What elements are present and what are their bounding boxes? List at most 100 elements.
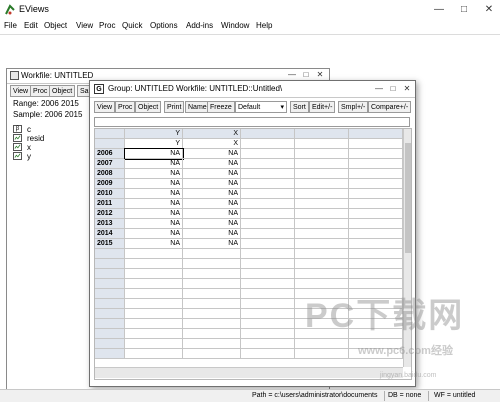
group-view-button[interactable]: View xyxy=(94,101,116,113)
group-minimize-icon[interactable]: — xyxy=(374,84,384,93)
grid-cell[interactable] xyxy=(349,179,403,189)
grid-cell[interactable] xyxy=(295,269,349,279)
grid-cell[interactable]: NA xyxy=(125,189,183,199)
grid-cell[interactable] xyxy=(241,339,295,349)
edit-input[interactable] xyxy=(94,117,410,127)
group-name-button[interactable]: Name xyxy=(185,101,210,113)
grid-cell[interactable]: NA xyxy=(183,179,241,189)
workfile-object-button[interactable]: Object xyxy=(49,85,76,97)
group-print-button[interactable]: Print xyxy=(164,101,185,113)
grid-cell[interactable] xyxy=(241,229,295,239)
maximize-icon[interactable]: □ xyxy=(455,2,473,18)
group-view-select[interactable]: Default ▾ xyxy=(235,101,287,113)
grid-cell[interactable] xyxy=(295,209,349,219)
grid-cell[interactable]: NA xyxy=(183,229,241,239)
minimize-icon[interactable]: — xyxy=(430,2,448,18)
grid-cell[interactable] xyxy=(295,339,349,349)
grid-cell[interactable] xyxy=(349,239,403,249)
row-header[interactable] xyxy=(95,339,125,349)
grid-cell[interactable] xyxy=(125,319,183,329)
row-header[interactable] xyxy=(95,309,125,319)
grid-cell[interactable] xyxy=(241,179,295,189)
row-header[interactable]: 2014 xyxy=(95,229,125,239)
grid-cell[interactable]: NA xyxy=(183,189,241,199)
grid-cell[interactable] xyxy=(295,259,349,269)
grid-cell[interactable] xyxy=(349,199,403,209)
grid-cell[interactable] xyxy=(183,309,241,319)
grid-cell[interactable] xyxy=(295,189,349,199)
grid-cell[interactable]: NA xyxy=(183,209,241,219)
grid-cell[interactable] xyxy=(241,199,295,209)
column-header-empty[interactable] xyxy=(295,129,349,139)
group-titlebar[interactable]: G Group: UNTITLED Workfile: UNTITLED::Un… xyxy=(90,81,415,98)
grid-cell[interactable] xyxy=(241,239,295,249)
grid-cell[interactable] xyxy=(241,159,295,169)
grid-cell[interactable]: NA xyxy=(183,199,241,209)
grid-cell[interactable] xyxy=(349,249,403,259)
column-header-x[interactable]: X xyxy=(183,129,241,139)
grid-cell[interactable] xyxy=(295,139,349,149)
column-header-empty[interactable] xyxy=(241,129,295,139)
grid-cell[interactable] xyxy=(295,199,349,209)
group-close-icon[interactable]: ✕ xyxy=(402,84,412,93)
sample-value[interactable]: 2006 2015 xyxy=(45,110,83,119)
grid-cell[interactable] xyxy=(295,239,349,249)
row-header[interactable] xyxy=(95,299,125,309)
grid-cell[interactable] xyxy=(183,259,241,269)
grid-cell[interactable]: NA xyxy=(124,148,184,160)
grid-cell[interactable] xyxy=(349,209,403,219)
menu-help[interactable]: Help xyxy=(256,21,272,30)
grid-cell[interactable] xyxy=(125,259,183,269)
column-header-y[interactable]: Y xyxy=(125,129,183,139)
grid-cell[interactable] xyxy=(349,259,403,269)
grid-cell[interactable]: NA xyxy=(183,159,241,169)
group-smpl-button[interactable]: Smpl+/- xyxy=(338,101,369,113)
grid-cell[interactable] xyxy=(125,249,183,259)
grid-cell[interactable] xyxy=(125,349,183,359)
row-header[interactable]: 2006 xyxy=(95,149,125,159)
grid-cell[interactable] xyxy=(241,249,295,259)
grid-cell[interactable] xyxy=(183,299,241,309)
menu-options[interactable]: Options xyxy=(150,21,178,30)
workfile-proc-button[interactable]: Proc xyxy=(30,85,51,97)
grid-cell[interactable]: NA xyxy=(125,219,183,229)
grid-cell[interactable] xyxy=(295,169,349,179)
close-icon[interactable]: ✕ xyxy=(480,2,498,18)
grid-cell[interactable] xyxy=(349,229,403,239)
grid-cell[interactable] xyxy=(241,289,295,299)
menu-view[interactable]: View xyxy=(76,21,93,30)
row-header[interactable]: 2015 xyxy=(95,239,125,249)
horizontal-scrollbar[interactable] xyxy=(95,367,403,378)
row-header[interactable]: 2012 xyxy=(95,209,125,219)
grid-cell[interactable]: NA xyxy=(125,239,183,249)
grid-cell[interactable] xyxy=(183,339,241,349)
menu-object[interactable]: Object xyxy=(44,21,67,30)
workfile-maximize-icon[interactable]: □ xyxy=(301,70,311,79)
row-header[interactable] xyxy=(95,319,125,329)
grid-cell[interactable]: NA xyxy=(125,159,183,169)
grid-cell[interactable] xyxy=(241,279,295,289)
row-header[interactable]: 2013 xyxy=(95,219,125,229)
column-header-empty[interactable] xyxy=(349,129,403,139)
row-header[interactable]: 2011 xyxy=(95,199,125,209)
range-value[interactable]: 2006 2015 xyxy=(41,99,79,108)
workfile-close-icon[interactable]: ✕ xyxy=(315,70,325,79)
grid-cell[interactable] xyxy=(295,219,349,229)
row-header[interactable]: 2009 xyxy=(95,179,125,189)
grid-cell[interactable] xyxy=(241,169,295,179)
group-proc-button[interactable]: Proc xyxy=(115,101,136,113)
menu-addins[interactable]: Add-ins xyxy=(186,21,213,30)
grid-cell[interactable]: NA xyxy=(183,149,241,159)
grid-cell[interactable] xyxy=(125,329,183,339)
grid-cell[interactable] xyxy=(183,319,241,329)
group-maximize-icon[interactable]: □ xyxy=(388,84,398,93)
menu-proc[interactable]: Proc xyxy=(99,21,115,30)
menu-window[interactable]: Window xyxy=(221,21,249,30)
group-object-button[interactable]: Object xyxy=(135,101,162,113)
grid-cell[interactable]: NA xyxy=(183,169,241,179)
grid-cell[interactable] xyxy=(183,349,241,359)
grid-cell[interactable] xyxy=(349,269,403,279)
grid-cell[interactable] xyxy=(241,189,295,199)
grid-cell[interactable]: NA xyxy=(125,169,183,179)
grid-cell[interactable] xyxy=(241,309,295,319)
